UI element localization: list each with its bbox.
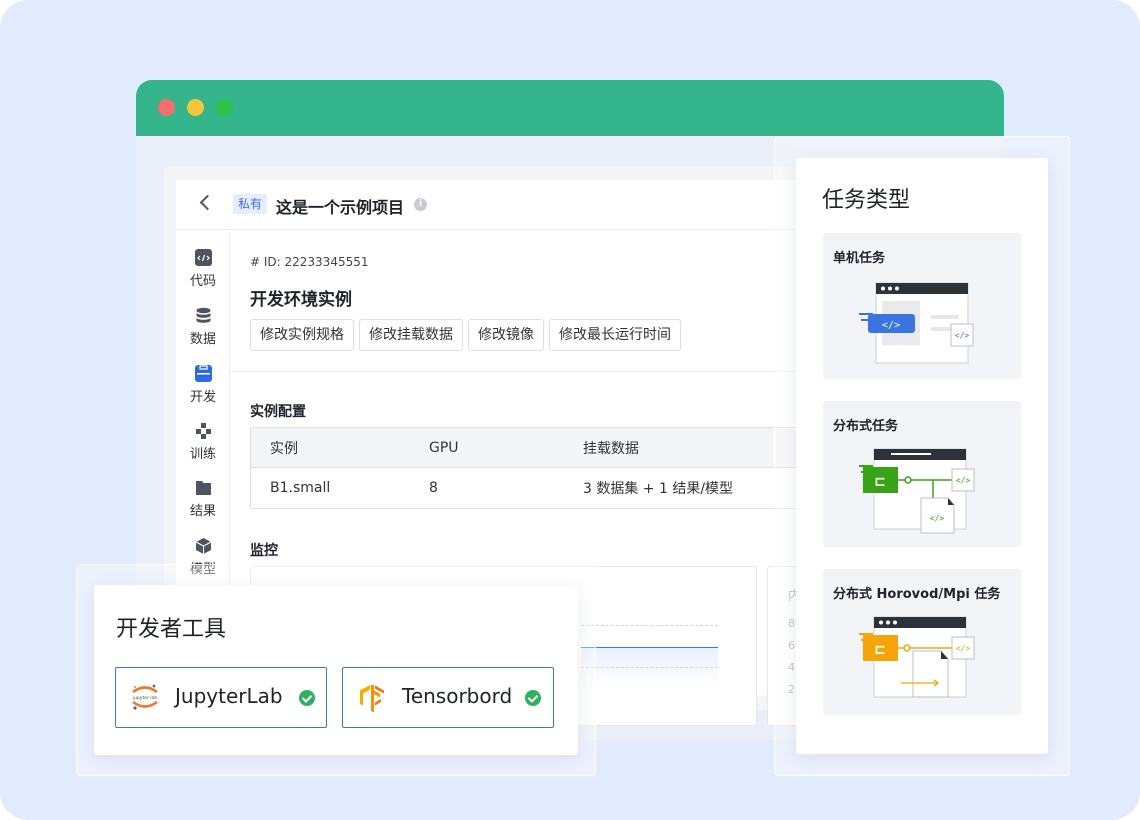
monitor-section-title: 监控 bbox=[250, 543, 278, 559]
tool-name: Tensorbord bbox=[402, 684, 513, 708]
info-icon[interactable]: i bbox=[414, 198, 427, 211]
code-file-icon bbox=[194, 249, 212, 266]
sidebar-item-results[interactable]: 结果 bbox=[176, 479, 230, 519]
column-header: 实例 bbox=[270, 440, 298, 457]
chart-gridline bbox=[581, 667, 718, 668]
devtools-title: 开发者工具 bbox=[116, 617, 227, 642]
edit-runtime-button[interactable]: 修改最长运行时间 bbox=[549, 319, 681, 351]
cube-icon bbox=[195, 537, 212, 554]
devtools-panel: 开发者工具 jupyter lab JupyterLab Tensorbord bbox=[94, 585, 578, 755]
check-circle-icon bbox=[525, 690, 541, 706]
jupyter-logo-text: jupyter lab bbox=[132, 695, 157, 701]
edit-spec-button[interactable]: 修改实例规格 bbox=[250, 319, 354, 351]
task-card-distributed[interactable]: 分布式任务 ⊏ </> </> bbox=[823, 401, 1021, 547]
sidebar-item-label: 结果 bbox=[189, 504, 216, 519]
code-icon: </> bbox=[930, 514, 945, 523]
svg-text:⊏: ⊏ bbox=[874, 474, 886, 490]
horovod-task-illustration-icon: ⊏ </> bbox=[859, 616, 975, 698]
tensorboard-card[interactable]: Tensorbord bbox=[342, 667, 554, 728]
svg-text:⊏: ⊏ bbox=[874, 642, 886, 658]
maximize-window-button[interactable] bbox=[216, 99, 233, 116]
window-titlebar bbox=[136, 80, 1004, 136]
database-icon bbox=[195, 307, 212, 324]
edit-mount-button[interactable]: 修改挂载数据 bbox=[359, 319, 463, 351]
chart-area bbox=[581, 648, 718, 688]
task-card-label: 单机任务 bbox=[833, 251, 886, 266]
task-type-title: 任务类型 bbox=[822, 188, 911, 213]
sidebar-item-dev[interactable]: 开发 bbox=[176, 365, 230, 405]
task-card-label: 分布式任务 bbox=[833, 419, 899, 434]
back-arrow-icon[interactable] bbox=[199, 194, 216, 211]
code-icon: </> bbox=[882, 320, 900, 331]
close-window-button[interactable] bbox=[158, 99, 175, 116]
code-icon: </> bbox=[956, 476, 971, 485]
project-title: 这是一个示例项目 bbox=[276, 198, 405, 217]
sidebar-item-code[interactable]: 代码 bbox=[176, 249, 230, 289]
cluster-icon bbox=[195, 422, 212, 439]
table-cell: 8 bbox=[429, 480, 438, 496]
edit-image-button[interactable]: 修改镜像 bbox=[468, 319, 544, 351]
instance-title: 开发环境实例 bbox=[250, 290, 352, 310]
folder-icon bbox=[195, 479, 212, 496]
table-header-row: 实例 GPU 挂载数据 bbox=[251, 428, 809, 468]
chart-series-line bbox=[581, 647, 718, 648]
task-type-panel: 任务类型 单机任务 </> </> 分布式任务 ⊏ </> </> 分布式 Ho… bbox=[796, 158, 1048, 754]
table-row: B1.small 8 3 数据集 + 1 结果/模型 bbox=[251, 468, 809, 508]
sidebar-item-label: 开发 bbox=[189, 390, 216, 405]
tool-name: JupyterLab bbox=[175, 684, 283, 708]
chart-gridline bbox=[581, 625, 718, 626]
single-task-illustration-icon: </> </> bbox=[859, 282, 974, 364]
instance-action-bar: 修改实例规格 修改挂载数据 修改镜像 修改最长运行时间 bbox=[250, 319, 681, 351]
column-header: GPU bbox=[429, 439, 459, 456]
minimize-window-button[interactable] bbox=[187, 99, 204, 116]
code-icon: </> bbox=[956, 644, 971, 653]
table-cell: B1.small bbox=[270, 480, 331, 496]
sidebar-item-label: 训练 bbox=[189, 447, 216, 462]
task-card-single[interactable]: 单机任务 </> </> bbox=[823, 233, 1021, 379]
sidebar-item-label: 数据 bbox=[189, 332, 216, 347]
config-section-title: 实例配置 bbox=[250, 404, 306, 420]
task-card-label: 分布式 Horovod/Mpi 任务 bbox=[833, 587, 1001, 602]
tensorflow-logo-icon bbox=[360, 685, 384, 712]
check-circle-icon bbox=[299, 690, 315, 706]
task-card-horovod[interactable]: 分布式 Horovod/Mpi 任务 ⊏ </> bbox=[823, 569, 1021, 715]
sidebar-item-data[interactable]: 数据 bbox=[176, 307, 230, 347]
private-badge: 私有 bbox=[233, 194, 268, 214]
config-table: 实例 GPU 挂载数据 B1.small 8 3 数据集 + 1 结果/模型 bbox=[250, 427, 810, 509]
sidebar-item-train[interactable]: 训练 bbox=[176, 422, 230, 462]
distributed-task-illustration-icon: ⊏ </> </> bbox=[859, 448, 975, 534]
jupyter-logo-icon: jupyter lab bbox=[132, 684, 158, 710]
toolbox-icon bbox=[194, 365, 212, 382]
jupyterlab-card[interactable]: jupyter lab JupyterLab bbox=[115, 667, 327, 728]
code-icon: </> bbox=[955, 331, 970, 340]
sidebar-item-label: 代码 bbox=[189, 274, 216, 289]
instance-id: # ID: 22233345551 bbox=[250, 255, 369, 269]
